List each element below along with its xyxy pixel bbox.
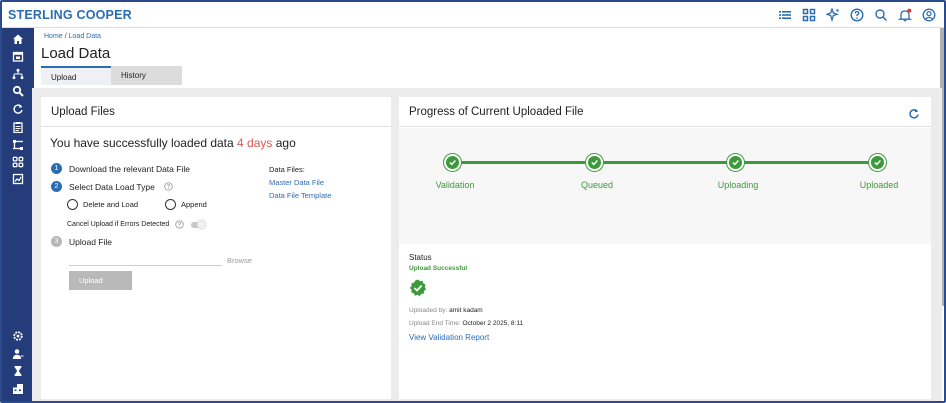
search-icon[interactable] (872, 6, 890, 24)
page-title: Load Data (41, 45, 111, 62)
status-text: Upload Successful (409, 265, 468, 272)
transfer-icon[interactable] (10, 138, 26, 152)
help-icon[interactable] (164, 182, 173, 191)
user-icon[interactable] (10, 347, 26, 361)
cancel-upload-row: Cancel Upload if Errors Detected (67, 219, 207, 229)
tab-history-label: History (121, 71, 146, 80)
top-icons (776, 6, 938, 24)
home-icon[interactable] (10, 32, 26, 46)
cancel-upload-label: Cancel Upload if Errors Detected (67, 221, 170, 228)
report-icon[interactable] (10, 172, 26, 186)
step-download: 1 Download the relevant Data File (51, 163, 190, 174)
list-icon[interactable] (776, 6, 794, 24)
refresh-icon[interactable] (908, 108, 920, 120)
data-file-template-link[interactable]: Data File Template (269, 191, 331, 200)
stage-label: Queued (580, 180, 614, 190)
hierarchy-icon[interactable] (10, 67, 26, 81)
step-number: 3 (51, 236, 62, 247)
stage-label: Uploading (717, 180, 759, 190)
step-label: Download the relevant Data File (69, 163, 190, 174)
success-message: You have successfully loaded data 4 days… (50, 136, 296, 150)
step-number: 2 (51, 181, 62, 192)
stage-queued-check-icon (586, 154, 603, 171)
step-label: Upload File (69, 236, 112, 247)
uploaded-by-label: Uploaded by: (409, 307, 448, 314)
tab-upload[interactable]: Upload (41, 66, 111, 85)
stage-label: Uploaded (859, 180, 899, 190)
uploaded-by-value: amit kadam (449, 307, 483, 314)
upload-end-time: Upload End Time: October 2 2025, 8:11 (409, 320, 523, 327)
success-message-suffix: ago (272, 136, 296, 150)
step-number: 1 (51, 163, 62, 174)
success-badge-icon (409, 279, 426, 296)
stage-validation-check-icon (444, 154, 461, 171)
progress-track (452, 161, 877, 164)
breadcrumb-home[interactable]: Home (44, 33, 63, 40)
hourglass-icon[interactable] (10, 364, 26, 378)
end-time-label: Upload End Time: (409, 320, 461, 327)
radio-append[interactable]: Append (165, 199, 207, 210)
step-label: Select Data Load Type (69, 181, 155, 192)
uploaded-by: Uploaded by: amit kadam (409, 307, 483, 314)
sidebar (2, 28, 34, 401)
status-title: Status (409, 253, 432, 262)
step-select-load-type: 2 Select Data Load Type (51, 181, 173, 192)
radio-label: Append (181, 200, 207, 209)
user-account-icon[interactable] (920, 6, 938, 24)
tab-history[interactable]: History (111, 66, 182, 85)
help-icon[interactable] (848, 6, 866, 24)
calendar-icon[interactable] (10, 49, 26, 63)
help-icon[interactable] (175, 220, 185, 229)
breadcrumb: Home / Load Data (44, 33, 101, 40)
view-validation-report-link[interactable]: View Validation Report (409, 333, 489, 342)
data-files: Data Files: Master Data File Data File T… (269, 165, 331, 204)
radio-circle[interactable] (165, 199, 176, 210)
master-data-file-link[interactable]: Master Data File (269, 178, 331, 187)
tab-upload-label: Upload (51, 73, 77, 82)
grid-icon[interactable] (800, 6, 818, 24)
sparkle-icon[interactable] (824, 6, 842, 24)
upload-button[interactable]: Upload (69, 271, 132, 290)
success-message-days: 4 days (237, 136, 273, 150)
browse-button[interactable]: Browse (227, 256, 252, 265)
progress-tracker (399, 128, 931, 244)
notification-bell-icon[interactable] (896, 6, 914, 24)
refresh-icon[interactable] (10, 102, 26, 116)
tab-bar: Upload History (41, 66, 182, 85)
stage-uploaded-check-icon (869, 154, 886, 171)
clipboard-icon[interactable] (10, 120, 26, 134)
radio-delete-and-load[interactable]: Delete and Load (67, 199, 138, 210)
building-icon[interactable] (10, 382, 26, 396)
cancel-upload-toggle[interactable] (191, 219, 207, 229)
settings-icon[interactable] (10, 329, 26, 343)
grid-icon[interactable] (10, 155, 26, 169)
file-input[interactable] (69, 265, 222, 266)
radio-circle[interactable] (67, 199, 78, 210)
end-time-value: October 2 2025, 8:11 (462, 320, 524, 327)
brand-logo[interactable]: STERLING COOPER (8, 8, 132, 22)
data-files-label: Data Files: (269, 165, 305, 174)
search-icon[interactable] (10, 84, 26, 98)
breadcrumb-current[interactable]: Load Data (69, 33, 101, 40)
top-bar: STERLING COOPER (2, 2, 944, 28)
step-upload-file: 3 Upload File (51, 236, 112, 247)
stage-uploading-check-icon (727, 154, 744, 171)
success-message-prefix: You have successfully loaded data (50, 136, 238, 150)
upload-files-title: Upload Files (41, 97, 391, 127)
progress-title: Progress of Current Uploaded File (399, 97, 931, 127)
radio-label: Delete and Load (83, 200, 139, 209)
stage-label: Validation (435, 180, 475, 190)
